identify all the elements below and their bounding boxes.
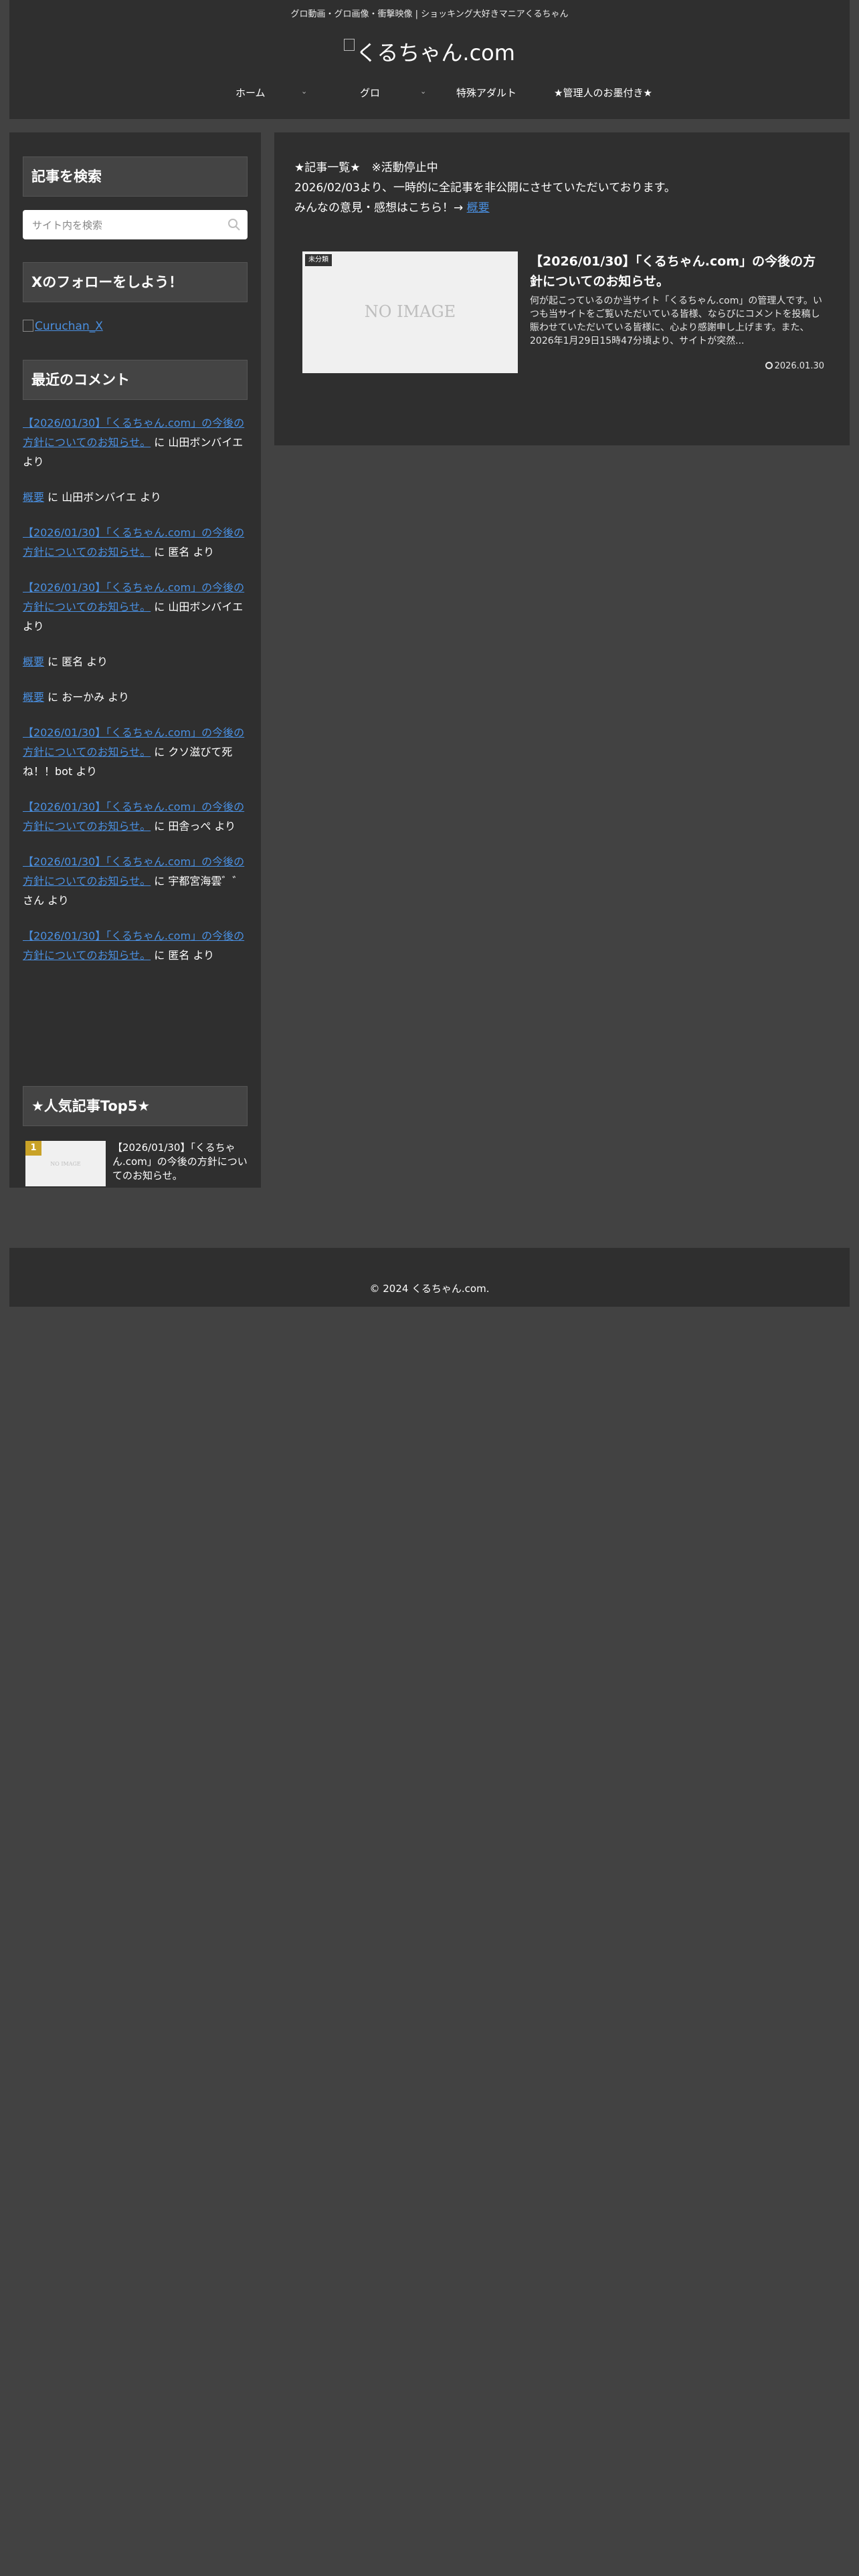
comment-connector: に [44,491,62,504]
article-snippet: 何が起こっているのか当サイト「くるちゃん.com」の管理人です。いつも当サイトを… [530,296,822,346]
comment-suffix: より [23,455,44,468]
comment-item: 【2026/01/30】「くるちゃん.com」の今後の方針についてのお知らせ。 … [23,523,248,562]
recent-comments-title: 最近のコメント [23,360,248,400]
comment-post-link[interactable]: 概要 [23,691,44,704]
comment-connector: に [151,546,169,558]
follow-widget-title: Xのフォローをしよう！ [23,262,248,302]
comment-author: 匿名 [168,546,190,558]
comment-post-link[interactable]: 概要 [23,655,44,668]
overview-link[interactable]: 概要 [467,201,490,215]
comment-suffix: より [211,820,236,833]
chevron-down-icon[interactable]: ⌄ [301,87,307,96]
search-box [23,210,248,241]
rank-badge: 1 [25,1141,41,1156]
site-title: くるちゃん.com [356,40,515,66]
site-notice: ★記事一覧★ ※活動停止中 2026/02/03より、一時的に全記事を非公開にさ… [294,158,830,218]
search-widget-title: 記事を検索 [23,156,248,197]
site-footer: © 2024 くるちゃん.com. [9,1248,850,1307]
comment-suffix: より [189,949,215,962]
comment-connector: に [151,875,169,887]
comment-item: 【2026/01/30】「くるちゃん.com」の今後の方針についてのお知らせ。 … [23,926,248,965]
comment-author: おーかみ [62,691,105,704]
comment-item: 【2026/01/30】「くるちゃん.com」の今後の方針についてのお知らせ。 … [23,413,248,471]
comment-connector: に [151,820,169,833]
no-image-label: NO IMAGE [50,1161,81,1167]
comment-connector: に [151,746,169,758]
site-tagline: グロ動画・グロ画像・衝撃映像 | ショッキング大好きマニアくるちゃん [290,9,569,19]
comment-item: 【2026/01/30】「くるちゃん.com」の今後の方針についてのお知らせ。 … [23,723,248,781]
nav-item-guro[interactable]: グロ [360,86,380,100]
main-content: ★記事一覧★ ※活動停止中 2026/02/03より、一時的に全記事を非公開にさ… [274,132,850,445]
nav-item-special-adult[interactable]: 特殊アダルト [456,86,516,100]
x-follow-link[interactable]: Curuchan_X [23,320,103,333]
comment-suffix: より [23,620,44,633]
nav-item-home[interactable]: ホーム [235,86,266,100]
comment-item: 【2026/01/30】「くるちゃん.com」の今後の方針についてのお知らせ。 … [23,578,248,636]
popular-thumbnail: 1 NO IMAGE [25,1141,106,1186]
comment-author: 山田ボンバイエ [168,601,244,613]
popular-item-title: 【2026/01/30】「くるちゃん.com」の今後の方針についてのお知らせ。 [112,1142,248,1182]
chevron-down-icon[interactable]: ⌄ [420,87,426,96]
comment-post-link[interactable]: 概要 [23,491,44,504]
x-follow-link-label: Curuchan_X [35,320,103,333]
comment-author: 匿名 [62,655,84,668]
broken-image-icon [344,39,355,51]
article-title[interactable]: 【2026/01/30】「くるちゃん.com」の今後の方針についてのお知らせ。 [530,251,824,292]
category-badge: 未分類 [305,254,332,266]
comment-suffix: より [44,894,69,907]
recent-comments-list: 【2026/01/30】「くるちゃん.com」の今後の方針についてのお知らせ。 … [23,413,248,981]
comment-connector: に [151,949,169,962]
comment-suffix: より [136,491,161,504]
search-icon[interactable] [227,218,241,231]
no-image-label: NO IMAGE [364,302,456,321]
comment-item: 概要 に 山田ボンバイエ より [23,488,248,507]
main-nav: ホーム ⌄ グロ ⌄ 特殊アダルト ★管理人のお墨付き★ [9,86,850,106]
comment-connector: に [44,655,62,668]
comment-item: 【2026/01/30】「くるちゃん.com」の今後の方針についてのお知らせ。 … [23,852,248,910]
site-header: グロ動画・グロ画像・衝撃映像 | ショッキング大好きマニアくるちゃん くるちゃん… [9,0,850,119]
notice-line-2: 2026/02/03より、一時的に全記事を非公開にさせていただいております。 [294,181,676,195]
article-card[interactable]: 未分類 NO IMAGE 【2026/01/30】「くるちゃん.com」の今後の… [302,251,824,374]
notice-line-1: ★記事一覧★ ※活動停止中 [294,161,438,175]
sidebar: 記事を検索 Xのフォローをしよう！ Curuchan_X 最近のコメント 【20… [9,132,261,1188]
popular-item[interactable]: 1 NO IMAGE 【2026/01/30】「くるちゃん.com」の今後の方針… [25,1141,250,1190]
comment-item: 概要 に おーかみ より [23,687,248,707]
comment-connector: に [151,436,169,449]
comment-author: 田舎っぺ [168,820,211,833]
popular-widget-title: ★人気記事Top5★ [23,1086,248,1126]
comment-item: 【2026/01/30】「くるちゃん.com」の今後の方針についてのお知らせ。 … [23,797,248,836]
clock-icon [765,362,773,369]
comment-item: 概要 に 匿名 より [23,652,248,671]
broken-image-icon [23,320,33,332]
comment-author: 山田ボンバイエ [62,491,137,504]
article-date-text: 2026.01.30 [774,361,824,371]
comment-author: 山田ボンバイエ [168,436,244,449]
notice-line-3: みんなの意見・感想はこちら！→ 概要 [294,198,830,218]
comment-connector: に [151,601,169,613]
copyright: © 2024 くるちゃん.com. [369,1283,490,1295]
site-logo-link[interactable]: くるちゃん.com [9,36,850,67]
comment-author: 匿名 [168,949,190,962]
search-input[interactable] [31,210,221,241]
nav-item-admin-picks[interactable]: ★管理人のお墨付き★ [554,86,652,100]
comment-suffix: より [104,691,129,704]
comment-suffix: より [189,546,215,558]
article-thumbnail[interactable]: 未分類 NO IMAGE [302,251,518,373]
comment-suffix: より [72,765,98,778]
comment-suffix: より [83,655,108,668]
article-date: 2026.01.30 [765,361,824,371]
comment-connector: に [44,691,62,704]
notice-line-3-prefix: みんなの意見・感想はこちら！→ [294,201,467,215]
